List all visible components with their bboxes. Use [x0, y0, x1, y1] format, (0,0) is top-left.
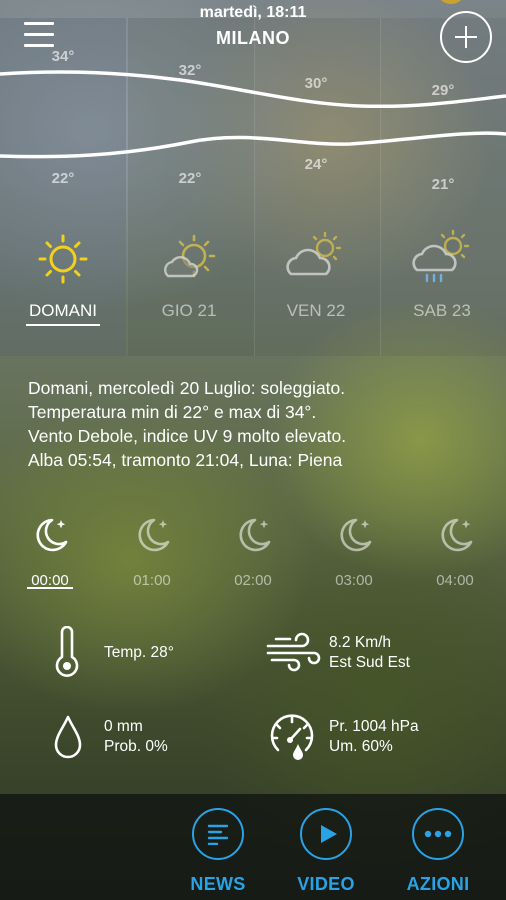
header-datetime: martedì, 18:11 — [199, 4, 307, 21]
wind-icon — [266, 632, 321, 672]
more-icon — [412, 808, 464, 860]
pressure-value: Pr. 1004 hPa — [329, 718, 419, 735]
news-button[interactable]: NEWS — [163, 808, 273, 895]
cloud-sun-rain-icon — [412, 229, 470, 283]
humidity-value: Um. 60% — [329, 738, 393, 755]
selected-day-underline — [26, 324, 100, 326]
temperature-curve — [0, 70, 506, 159]
hour-time: 04:00 — [436, 572, 474, 589]
play-icon — [300, 808, 352, 860]
moon-icon — [36, 518, 68, 552]
hour-item[interactable]: 01:00 — [112, 514, 192, 589]
min-temp: 22° — [51, 170, 75, 187]
hour-time: 02:00 — [234, 572, 272, 589]
pressure-gauge-icon — [270, 714, 314, 760]
cloud-sun-icon — [286, 231, 342, 276]
hour-item[interactable]: 03:00 — [314, 514, 394, 589]
moon-icon — [340, 518, 372, 552]
min-temp: 24° — [304, 156, 328, 173]
day-tab-domani[interactable]: DOMANI — [0, 301, 126, 321]
rain-probability: Prob. 0% — [104, 738, 168, 755]
actions-label: AZIONI — [406, 874, 470, 894]
min-temp: 21° — [431, 176, 455, 193]
news-label: NEWS — [190, 874, 246, 894]
min-temp: 22° — [178, 170, 202, 187]
add-location-button[interactable] — [440, 11, 492, 63]
hour-item[interactable]: 00:00 — [10, 514, 90, 589]
description-line: Alba 05:54, tramonto 21:04, Luna: Piena — [28, 450, 343, 470]
wind-speed: 8.2 Km/h — [329, 634, 392, 651]
moon-icon — [239, 518, 271, 552]
description-line: Vento Debole, indice UV 9 molto elevato. — [28, 426, 347, 446]
description-line: Domani, mercoledì 20 Luglio: soleggiato. — [28, 378, 346, 398]
news-icon — [192, 808, 244, 860]
wind-direction: Est Sud Est — [329, 654, 410, 671]
city-name: MILANO — [216, 28, 290, 48]
sun-icon — [38, 234, 88, 284]
actions-button[interactable]: AZIONI — [383, 808, 493, 895]
day-tab-sab[interactable]: SAB 23 — [379, 301, 505, 321]
description-line: Temperatura min di 22° e max di 34°. — [28, 402, 317, 422]
moon-icon — [138, 518, 170, 552]
day-tab-gio[interactable]: GIO 21 — [126, 301, 252, 321]
video-label: VIDEO — [297, 874, 355, 894]
moon-icon — [441, 518, 473, 552]
video-button[interactable]: VIDEO — [271, 808, 381, 895]
hour-time: 01:00 — [133, 572, 171, 589]
hour-item[interactable]: 02:00 — [213, 514, 293, 589]
hour-item[interactable]: 04:00 — [415, 514, 495, 589]
forecast-description: Domani, mercoledì 20 Luglio: soleggiato.… — [28, 376, 488, 472]
raindrop-icon — [54, 715, 82, 759]
hour-time: 03:00 — [335, 572, 373, 589]
rain-amount: 0 mm — [104, 718, 143, 735]
sun-cloud-icon — [164, 234, 216, 278]
thermometer-icon — [55, 626, 79, 677]
day-tab-ven[interactable]: VEN 22 — [253, 301, 379, 321]
selected-hour-underline — [27, 587, 73, 589]
temperature-value: Temp. 28° — [104, 644, 174, 661]
